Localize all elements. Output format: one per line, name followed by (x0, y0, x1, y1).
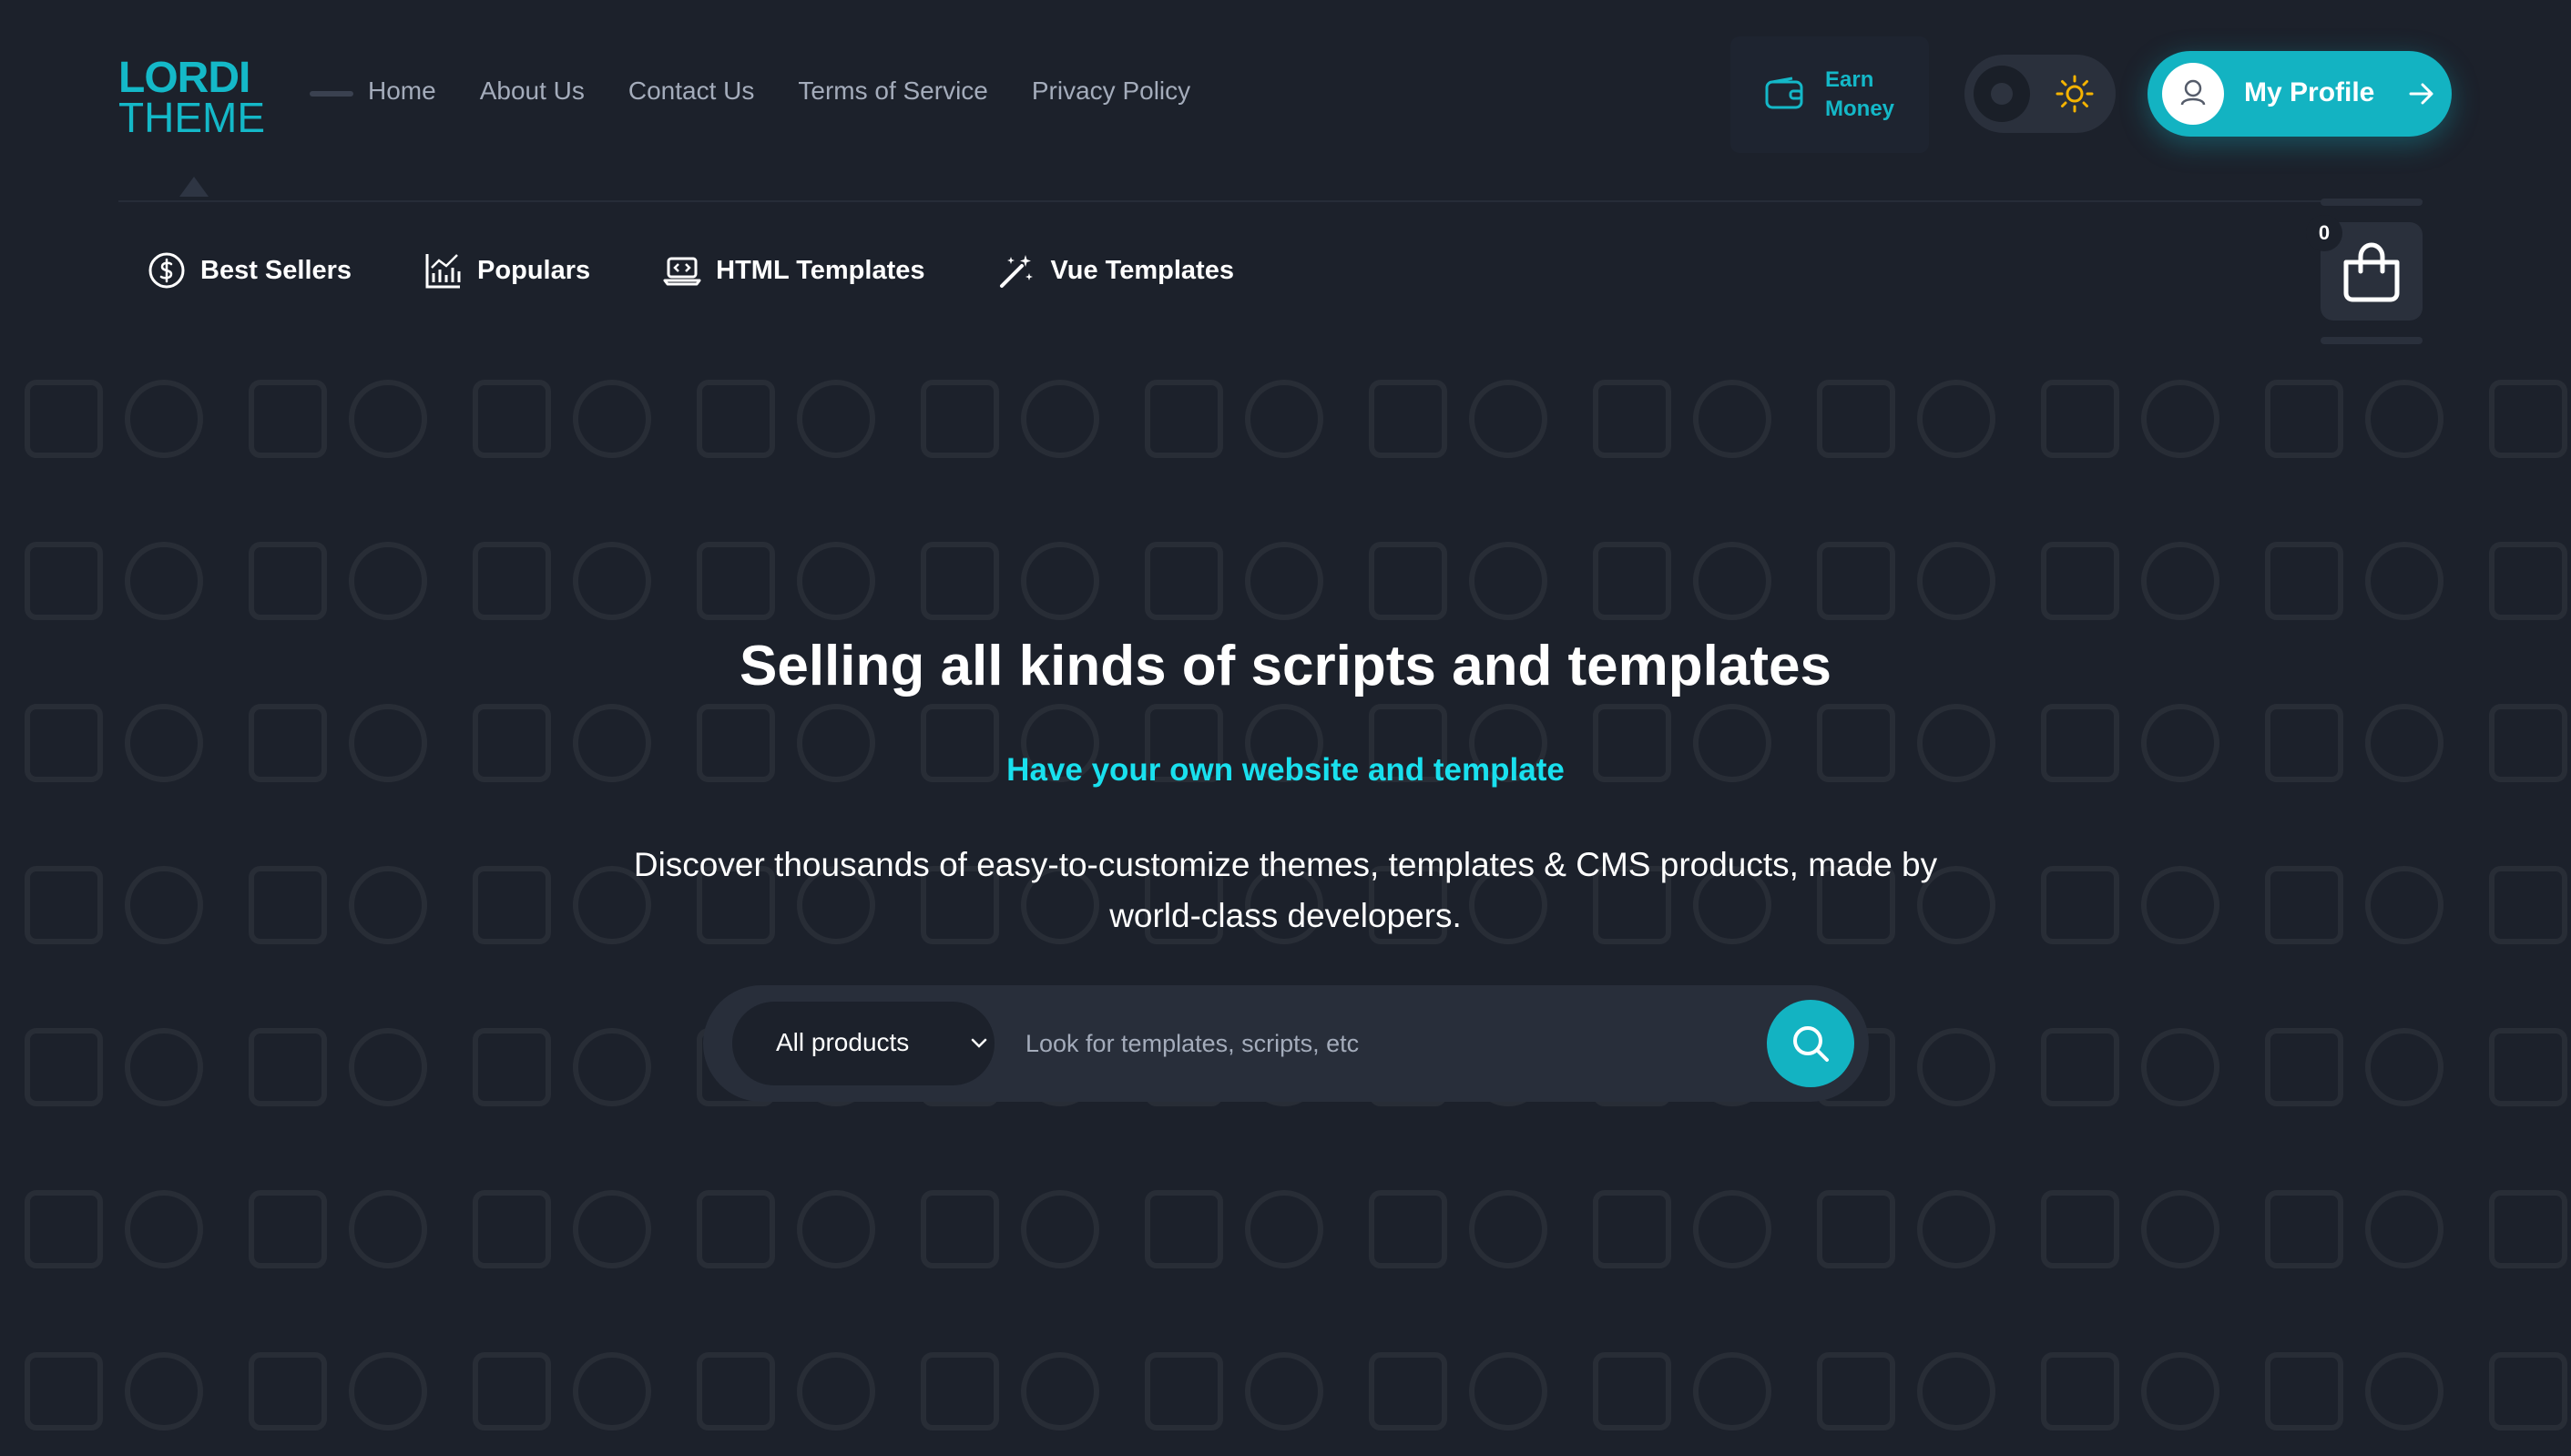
nav-about-us[interactable]: About Us (480, 76, 585, 106)
magic-wand-icon (999, 255, 1033, 288)
laptop-code-icon (663, 257, 701, 286)
chevron-down-icon (971, 1038, 987, 1048)
nav-terms-of-service[interactable]: Terms of Service (798, 76, 988, 106)
earn-label-line2: Money (1825, 97, 1895, 121)
arrow-right-icon (2409, 83, 2433, 105)
shopping-bag-icon (2343, 242, 2400, 302)
sun-icon (2056, 75, 2094, 113)
logo-caret-decoration (179, 177, 209, 197)
header-divider (118, 200, 2423, 202)
nav-home[interactable]: Home (368, 76, 436, 106)
toggle-knob-inner (1991, 83, 2013, 105)
theme-toggle[interactable] (1964, 55, 2116, 133)
cart-decoration-top (2321, 199, 2423, 206)
earn-label-line1: Earn (1825, 67, 1874, 92)
nav-privacy-policy[interactable]: Privacy Policy (1032, 76, 1190, 106)
earn-money-button[interactable]: Earn Money (1730, 36, 1929, 153)
cart-count-badge: 0 (2306, 215, 2342, 251)
nav-dash-decoration (310, 91, 353, 97)
category-populars[interactable]: Populars (424, 251, 590, 290)
hero-description: Discover thousands of easy-to-customize … (633, 846, 1938, 934)
category-best-sellers[interactable]: Best Sellers (148, 251, 352, 290)
search-bar: All products (703, 985, 1869, 1102)
selected-category: All products (776, 1028, 910, 1056)
hero-title: Selling all kinds of scripts and templat… (740, 635, 1831, 697)
category-label: Best Sellers (200, 255, 352, 285)
category-vue-templates[interactable]: Vue Templates (998, 251, 1234, 290)
cart-decoration-bottom (2321, 337, 2423, 344)
main-nav: Home About Us Contact Us Terms of Servic… (368, 76, 1190, 106)
user-icon (2180, 79, 2206, 106)
hero-subtitle: Have your own website and template (1006, 752, 1565, 788)
avatar (2162, 63, 2224, 125)
search-icon (1793, 1026, 1829, 1062)
my-profile-label: My Profile (2244, 77, 2375, 107)
search-button[interactable] (1767, 1000, 1854, 1087)
search-input[interactable] (1024, 1013, 1537, 1074)
wallet-icon (1765, 76, 1803, 109)
nav-contact-us[interactable]: Contact Us (628, 76, 755, 106)
category-nav: Best Sellers Populars HTML Templates Vue… (148, 251, 1307, 290)
my-profile-button[interactable]: My Profile (2148, 51, 2452, 137)
product-category-select[interactable]: All products (732, 1002, 995, 1085)
category-html-templates[interactable]: HTML Templates (663, 251, 925, 290)
category-label: Vue Templates (1050, 255, 1234, 285)
category-label: Populars (477, 255, 591, 285)
dollar-circle-icon (148, 252, 185, 289)
category-label: HTML Templates (716, 255, 925, 285)
logo[interactable]: LORDI THEME (118, 56, 273, 141)
logo-line2: THEME (118, 94, 265, 141)
top-header: LORDI THEME Home About Us Contact Us Ter… (0, 0, 2571, 197)
toggle-knob (1974, 66, 2030, 122)
bar-chart-icon (425, 254, 461, 289)
earn-money-label: Earn Money (1825, 66, 1934, 124)
